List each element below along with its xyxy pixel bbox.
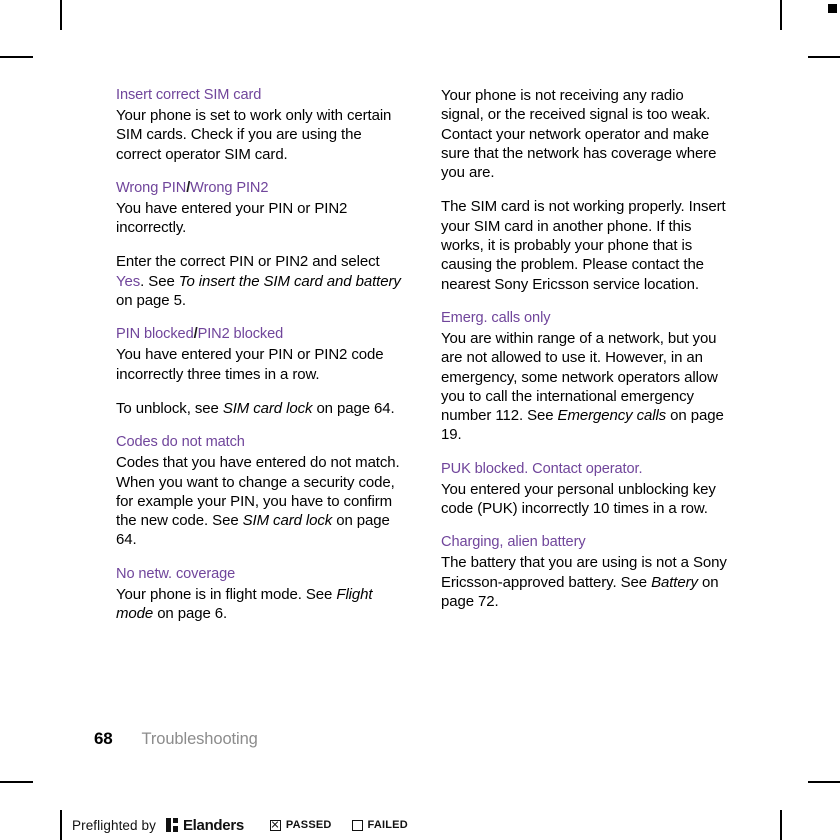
left-column: Insert correct SIM card Your phone is se… [116,86,403,638]
paragraph-pin-blocked-unblock: To unblock, see SIM card lock on page 64… [116,399,403,418]
crop-mark-top-right-vertical [780,0,782,30]
cross-reference-title: To insert the SIM card and battery [178,272,401,290]
page-number: 68 [94,729,113,748]
checkbox-checked-icon [269,819,281,831]
text-post: on page 6. [153,605,228,623]
heading-wrong-pin-part2: Wrong PIN2 [190,179,269,196]
paragraph-wrong-pin-action: Enter the correct PIN or PIN2 and select… [116,252,403,310]
heading-pin-blocked-part2: PIN2 blocked [197,326,284,343]
paragraph-codes-do-not-match: Codes that you have entered do not match… [116,453,403,549]
preflight-divider [60,810,62,840]
text-post: on page 64. [312,399,395,417]
preflight-strip: Preflighted by Elanders PASSED FAILED [60,810,408,840]
crop-mark-bottom-right-horizontal [808,781,840,783]
heading-pin-blocked: PIN blocked/PIN2 blocked [116,325,403,344]
text-pre: Enter the correct PIN or PIN2 and select [116,253,380,271]
two-column-text-area: Insert correct SIM card Your phone is se… [116,86,728,638]
heading-wrong-pin-part1: Wrong PIN [116,179,187,196]
failed-label: FAILED [367,819,408,831]
section-title: Troubleshooting [141,730,258,748]
cross-reference-title: Emergency calls [557,407,667,425]
text-pre: Your phone is in flight mode. See [116,585,337,603]
preflight-status-passed: PASSED [269,819,332,831]
crop-mark-bottom-right-vertical [780,810,782,840]
cross-reference-title: SIM card lock [222,399,313,417]
cross-reference-title: Battery [651,573,698,591]
crop-mark-top-left-vertical [60,0,62,30]
heading-insert-correct-sim-card: Insert correct SIM card [116,87,262,103]
paragraph-sim-card-not-working: The SIM card is not working properly. In… [441,198,726,293]
ui-label-yes: Yes [116,272,141,290]
text-post: on page 5. [116,292,186,310]
paragraph-emerg-calls-only: You are within range of a network, but y… [441,329,728,445]
elanders-mark-icon [165,818,179,832]
preflight-status-failed: FAILED [351,819,408,831]
passed-label: PASSED [285,819,332,831]
paragraph-no-netw-coverage: Your phone is in flight mode. See Flight… [116,585,403,624]
paragraph-no-radio-signal: Your phone is not receiving any radio si… [441,87,717,182]
text-pre: To unblock, see [116,399,223,417]
registration-square-icon [828,4,837,13]
logo-square-top-shape [172,818,178,823]
heading-codes-do-not-match: Codes do not match [116,434,245,451]
text-mid: . See [140,272,179,290]
heading-charging-alien-battery: Charging, alien battery [441,534,586,551]
paragraph-puk-blocked: You entered your personal unblocking key… [441,480,716,518]
logo-square-bottom-shape [172,826,178,832]
heading-pin-blocked-part1: PIN blocked [116,326,194,343]
page-footer: 68 Troubleshooting [94,729,258,749]
elanders-logo: Elanders [165,816,244,834]
crop-mark-top-right-horizontal [808,56,840,58]
checkbox-unchecked-icon [351,819,363,831]
paragraph-insert-correct-sim-card: Your phone is set to work only with cert… [116,107,392,163]
heading-emerg-calls-only: Emerg. calls only [441,309,551,326]
preflight-label: Preflighted by [72,817,156,833]
logo-bar-shape [165,818,171,832]
crop-mark-bottom-left-horizontal [0,781,33,783]
paragraph-wrong-pin-intro: You have entered your PIN or PIN2 incorr… [116,199,348,237]
heading-wrong-pin: Wrong PIN/Wrong PIN2 [116,179,403,198]
cross-reference-title: SIM card lock [242,512,333,530]
printed-page: Insert correct SIM card Your phone is se… [0,0,840,840]
heading-puk-blocked: PUK blocked. Contact operator. [441,460,643,477]
right-column: Your phone is not receiving any radio si… [441,86,728,638]
paragraph-pin-blocked: You have entered your PIN or PIN2 code i… [116,346,384,383]
elanders-wordmark: Elanders [182,816,244,834]
paragraph-charging-alien-battery: The battery that you are using is not a … [441,553,728,611]
heading-no-netw-coverage: No netw. coverage [116,565,236,582]
crop-mark-top-left-horizontal [0,56,33,58]
